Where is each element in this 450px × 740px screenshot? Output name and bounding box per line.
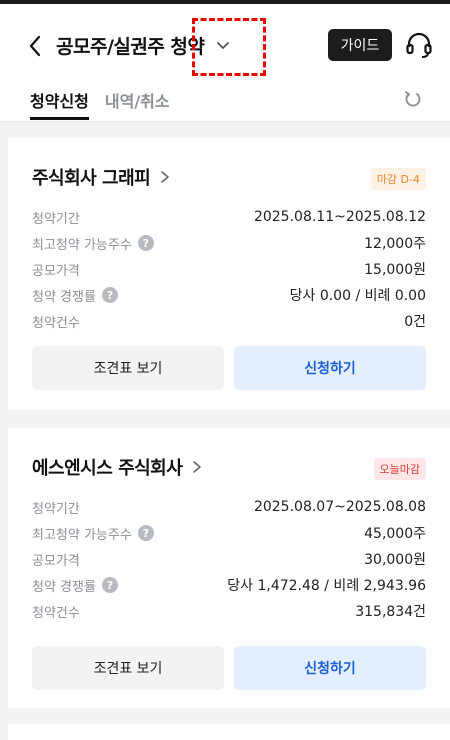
app-header: 공모주/실권주 청약 가이드 청약신청 내역/취소 [0, 4, 450, 122]
info-value: 2025.08.07~2025.08.08 [253, 499, 426, 515]
chevron-right-icon [161, 171, 169, 183]
apply-button[interactable]: 신청하기 [234, 646, 426, 690]
info-value: 45,000주 [364, 526, 426, 542]
back-button[interactable] [28, 32, 50, 60]
info-label: 최고청약 가능주수? [32, 234, 154, 253]
info-rows: 청약기간 2025.08.11~2025.08.12 최고청약 가능주수? 12… [32, 204, 426, 334]
info-row: 청약 경쟁률? 당사 0.00 / 비례 0.00 [32, 282, 426, 308]
company-name: 주식회사 그래피 [32, 168, 151, 189]
view-terms-button[interactable]: 조견표 보기 [32, 646, 224, 690]
company-link[interactable]: 주식회사 그래피 [32, 164, 172, 190]
info-row: 청약 경쟁률? 당사 1,472.48 / 비례 2,943.96 [32, 572, 426, 598]
refresh-button[interactable] [402, 88, 424, 110]
info-row: 공모가격 30,000원 [32, 546, 426, 572]
info-row: 청약건수 0건 [32, 308, 426, 334]
info-row: 최고청약 가능주수? 45,000주 [32, 520, 426, 546]
info-value: 30,000원 [364, 552, 426, 568]
info-value: 당사 0.00 / 비례 0.00 [289, 288, 426, 304]
question-icon[interactable]: ? [101, 287, 118, 303]
info-value: 12,000주 [364, 236, 426, 252]
status-badge: 오늘마감 [373, 458, 426, 480]
info-row: 청약기간 2025.08.07~2025.08.08 [32, 494, 426, 520]
ipo-card-partial [8, 724, 450, 740]
info-row: 공모가격 15,000원 [32, 256, 426, 282]
question-icon[interactable]: ? [101, 577, 118, 593]
info-value: 315,834건 [355, 604, 426, 620]
info-label: 공모가격 [32, 263, 80, 279]
highlight-box [192, 18, 266, 76]
tab-history-cancel[interactable]: 내역/취소 [105, 82, 170, 120]
info-value: 당사 1,472.48 / 비례 2,943.96 [227, 578, 426, 594]
company-link[interactable]: 에스엔시스 주식회사 [32, 454, 204, 480]
ipo-card: 주식회사 그래피 마감 D-4 청약기간 2025.08.11~2025.08.… [8, 138, 450, 410]
card-actions: 조견표 보기 신청하기 [32, 646, 426, 690]
headset-icon [406, 32, 432, 58]
info-label: 청약건수 [32, 315, 80, 331]
guide-button[interactable]: 가이드 [328, 29, 392, 61]
info-label: 최고청약 가능주수? [32, 524, 154, 543]
info-label: 청약기간 [32, 211, 80, 227]
apply-button[interactable]: 신청하기 [234, 346, 426, 390]
info-label: 청약 경쟁률? [32, 576, 118, 595]
tab-apply[interactable]: 청약신청 [30, 82, 89, 120]
info-value: 15,000원 [364, 262, 426, 278]
ipo-card: 에스엔시스 주식회사 오늘마감 청약기간 2025.08.07~2025.08.… [8, 428, 450, 708]
info-row: 청약기간 2025.08.11~2025.08.12 [32, 204, 426, 230]
page-title-text: 공모주/실권주 청약 [56, 35, 205, 58]
question-icon[interactable]: ? [137, 525, 154, 541]
chevron-left-icon [29, 35, 41, 57]
tab-bar: 청약신청 내역/취소 [30, 82, 170, 120]
view-terms-button[interactable]: 조견표 보기 [32, 346, 224, 390]
info-value: 2025.08.11~2025.08.12 [253, 209, 426, 225]
info-value: 0건 [404, 314, 426, 330]
info-row: 청약건수 315,834건 [32, 598, 426, 624]
customer-service-button[interactable] [404, 30, 434, 60]
card-actions: 조견표 보기 신청하기 [32, 346, 426, 390]
question-icon[interactable]: ? [137, 235, 154, 251]
info-label: 청약 경쟁률? [32, 286, 118, 305]
info-row: 최고청약 가능주수? 12,000주 [32, 230, 426, 256]
info-label: 청약기간 [32, 501, 80, 517]
company-name: 에스엔시스 주식회사 [32, 458, 183, 479]
chevron-right-icon [193, 461, 202, 473]
info-rows: 청약기간 2025.08.07~2025.08.08 최고청약 가능주수? 45… [32, 494, 426, 624]
info-label: 청약건수 [32, 605, 80, 621]
info-label: 공모가격 [32, 553, 80, 569]
status-badge: 마감 D-4 [370, 168, 426, 190]
refresh-icon [405, 91, 421, 107]
